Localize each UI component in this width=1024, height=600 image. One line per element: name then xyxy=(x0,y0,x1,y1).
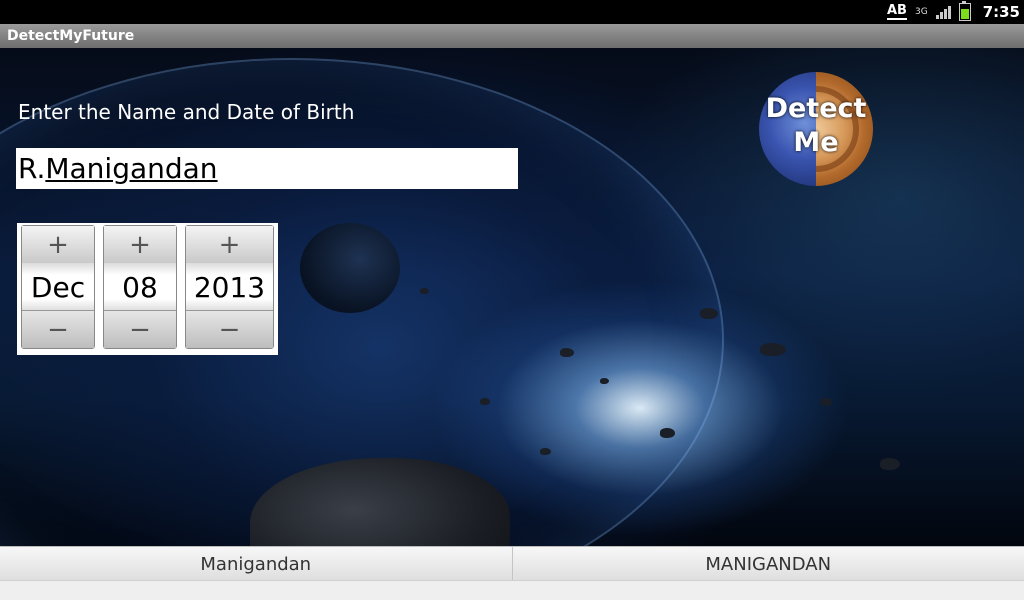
name-composing-text: Manigandan xyxy=(45,152,217,185)
status-icons: AB 3G 7:35 xyxy=(887,0,1020,24)
month-value[interactable]: Dec xyxy=(22,263,94,311)
year-decrement-button[interactable]: − xyxy=(186,310,273,348)
tab-bar: Manigandan MANIGANDAN xyxy=(0,546,1024,581)
background-asteroid xyxy=(820,398,832,406)
tab-manigandan[interactable]: Manigandan xyxy=(0,547,513,581)
clock: 7:35 xyxy=(983,3,1020,21)
background-asteroid xyxy=(540,448,551,455)
background-moon xyxy=(300,223,400,313)
background-asteroid xyxy=(480,398,490,405)
detect-me-button[interactable]: Detect Me xyxy=(759,72,873,186)
day-spinner: + 08 − xyxy=(103,225,177,349)
signal-icon xyxy=(936,5,951,19)
name-dob-prompt: Enter the Name and Date of Birth xyxy=(18,100,354,124)
year-spinner: + 2013 − xyxy=(185,225,274,349)
background-asteroid xyxy=(560,348,574,357)
app-title: DetectMyFuture xyxy=(7,28,134,44)
status-bar: AB 3G 7:35 xyxy=(0,0,1024,24)
network-3g-icon: 3G xyxy=(915,8,928,17)
year-increment-button[interactable]: + xyxy=(186,226,273,264)
background-asteroid xyxy=(660,428,675,438)
keyboard-ab-icon: AB xyxy=(887,4,907,20)
battery-icon xyxy=(959,3,971,21)
day-decrement-button[interactable]: − xyxy=(104,310,176,348)
month-spinner: + Dec − xyxy=(21,225,95,349)
name-prefix-text: R. xyxy=(18,152,45,185)
detect-me-label: Detect Me xyxy=(759,92,873,160)
main-content: Enter the Name and Date of Birth R.Manig… xyxy=(0,48,1024,546)
app-title-bar: DetectMyFuture xyxy=(0,24,1024,48)
day-increment-button[interactable]: + xyxy=(104,226,176,264)
background-asteroid xyxy=(880,458,900,470)
month-decrement-button[interactable]: − xyxy=(22,310,94,348)
day-value[interactable]: 08 xyxy=(104,263,176,311)
bottom-strip xyxy=(0,580,1024,600)
network-type-label: 3G xyxy=(915,7,928,17)
month-increment-button[interactable]: + xyxy=(22,226,94,264)
background-asteroid xyxy=(700,308,718,319)
background-asteroid xyxy=(420,288,429,294)
date-picker: + Dec − + 08 − + 2013 − xyxy=(17,223,278,355)
background-asteroid xyxy=(600,378,609,384)
year-value[interactable]: 2013 xyxy=(186,263,273,311)
background-asteroid xyxy=(760,343,786,356)
name-input[interactable]: R.Manigandan xyxy=(16,148,518,189)
tab-manigandan-uppercase[interactable]: MANIGANDAN xyxy=(513,547,1024,581)
